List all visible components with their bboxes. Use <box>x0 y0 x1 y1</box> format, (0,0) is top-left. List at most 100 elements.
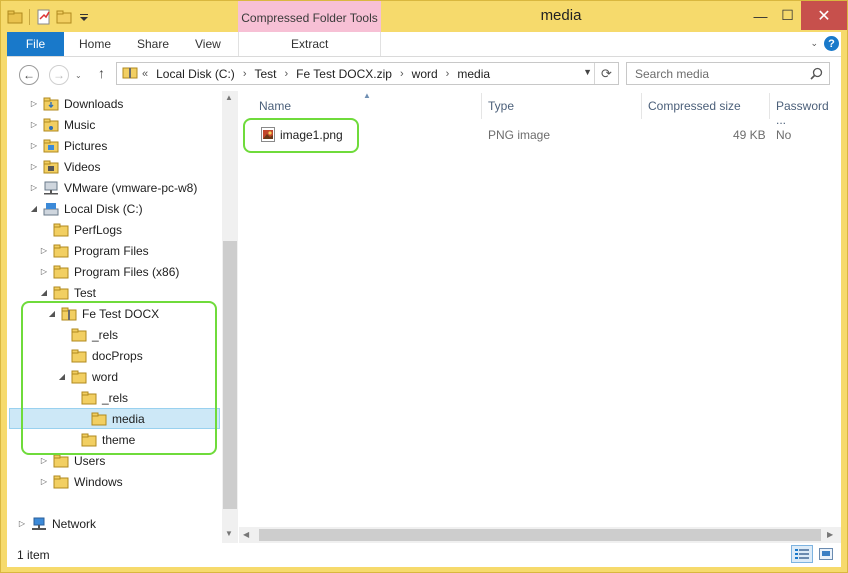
expand-toggle-icon[interactable]: ▷ <box>29 120 39 129</box>
scroll-left-icon[interactable]: ◀ <box>243 530 249 539</box>
close-button[interactable]: ✕ <box>801 1 847 30</box>
sidebar-item-theme[interactable]: theme <box>67 429 135 450</box>
compressed-folder-tools-tab: Compressed Folder Tools <box>238 1 381 32</box>
sidebar-item-label: _rels <box>102 390 129 405</box>
refresh-button[interactable]: ⟳ <box>594 63 618 84</box>
expand-toggle-icon[interactable]: ▷ <box>17 519 27 528</box>
column-divider[interactable] <box>641 93 642 119</box>
tab-home[interactable]: Home <box>79 32 111 56</box>
navigation-pane: ▷ Network ▷ Windows ▷ Users theme media _rels ◢ wo… <box>7 91 238 543</box>
minimize-button[interactable]: — <box>747 1 774 30</box>
chevron-right-icon[interactable]: › <box>446 68 450 80</box>
breadcrumb-test[interactable]: Test <box>254 67 276 81</box>
column-divider[interactable] <box>481 93 482 119</box>
scroll-up-icon[interactable]: ▲ <box>225 93 233 102</box>
recent-locations-chevron-icon[interactable]: ⌄ <box>75 71 82 80</box>
sidebar-item-pictures[interactable]: ▷ Pictures <box>29 135 107 156</box>
sidebar-item-users[interactable]: ▷ Users <box>39 450 105 471</box>
details-view-button[interactable] <box>791 545 813 563</box>
help-icon[interactable]: ? <box>824 36 839 51</box>
expand-toggle-icon[interactable]: ▷ <box>29 141 39 150</box>
expand-toggle-icon[interactable]: ▷ <box>39 267 49 276</box>
column-header-name[interactable]: Name <box>259 99 291 113</box>
file-list: ▲ Name Type Compressed size Password ...… <box>239 91 841 543</box>
back-button[interactable]: ← <box>19 65 39 85</box>
scroll-down-icon[interactable]: ▼ <box>225 529 233 538</box>
window-title: media <box>540 7 582 24</box>
horizontal-scrollbar-thumb[interactable] <box>259 529 821 541</box>
large-icons-view-button[interactable] <box>815 545 837 563</box>
sidebar-item-fe-test-docx[interactable]: ◢ Fe Test DOCX <box>47 303 159 324</box>
sidebar-item-program-files[interactable]: ▷ Program Files <box>39 240 149 261</box>
sidebar-item-word[interactable]: ◢ word <box>57 366 118 387</box>
customize-qat-icon[interactable] <box>76 9 92 25</box>
tab-view[interactable]: View <box>195 32 221 56</box>
breadcrumb-media[interactable]: media <box>457 67 490 81</box>
folder-icon <box>81 433 97 447</box>
tab-share[interactable]: Share <box>137 32 169 56</box>
nav-scrollbar-thumb[interactable] <box>223 241 237 509</box>
address-bar[interactable]: « Local Disk (C:) › Test › Fe Test DOCX.… <box>116 62 619 85</box>
chevron-down-icon[interactable]: ⌄ <box>810 38 818 49</box>
forward-button[interactable]: → <box>49 65 69 85</box>
maximize-button[interactable]: ☐ <box>774 1 801 30</box>
expand-toggle-icon[interactable]: ▷ <box>39 246 49 255</box>
chevron-right-icon[interactable]: › <box>285 68 289 80</box>
sidebar-item-windows[interactable]: ▷ Windows <box>39 471 123 492</box>
downloads-folder-icon <box>43 97 59 111</box>
chevron-right-icon[interactable]: › <box>243 68 247 80</box>
horizontal-scrollbar[interactable]: ◀ ▶ <box>239 527 841 543</box>
folder-app-icon <box>7 9 23 25</box>
address-dropdown-icon[interactable]: ▼ <box>583 67 592 77</box>
sort-ascending-icon: ▲ <box>363 91 371 100</box>
nav-scrollbar[interactable]: ▲ ▼ <box>222 91 238 543</box>
status-bar: 1 item <box>7 543 841 567</box>
sidebar-item-perflogs[interactable]: PerfLogs <box>39 219 122 240</box>
expand-toggle-icon[interactable]: ◢ <box>39 288 49 297</box>
sidebar-item-vmware-vmware-pc-w8[interactable]: ▷ VMware (vmware-pc-w8) <box>29 177 197 198</box>
expand-toggle-icon[interactable]: ▷ <box>29 162 39 171</box>
search-icon[interactable] <box>810 67 823 80</box>
chevron-right-icon[interactable]: › <box>400 68 404 80</box>
sidebar-item-program-files-x86[interactable]: ▷ Program Files (x86) <box>39 261 179 282</box>
sidebar-item-label: Network <box>52 516 97 531</box>
table-row[interactable]: image1.png PNG image 49 KB No <box>239 125 841 145</box>
sidebar-item-test[interactable]: ◢ Test <box>39 282 96 303</box>
breadcrumb-word[interactable]: word <box>412 67 438 81</box>
tab-file[interactable]: File <box>7 32 64 56</box>
view-switcher <box>791 545 837 563</box>
new-folder-icon[interactable] <box>56 9 72 25</box>
scroll-right-icon[interactable]: ▶ <box>827 530 833 539</box>
sidebar-item-label: media <box>112 411 145 426</box>
sidebar-item-rels[interactable]: _rels <box>67 387 128 408</box>
expand-toggle-icon[interactable]: ◢ <box>29 204 39 213</box>
sidebar-item-music[interactable]: ▷ Music <box>29 114 95 135</box>
sidebar-item-rels[interactable]: _rels <box>57 324 118 345</box>
search-box[interactable]: Search media <box>626 62 830 85</box>
tab-extract[interactable]: Extract <box>291 32 328 56</box>
column-header-password[interactable]: Password ... <box>776 99 841 127</box>
properties-icon[interactable] <box>36 9 52 25</box>
sidebar-item-videos[interactable]: ▷ Videos <box>29 156 101 177</box>
column-header-compressed-size[interactable]: Compressed size <box>648 99 741 113</box>
breadcrumb-zip[interactable]: Fe Test DOCX.zip <box>296 67 392 81</box>
expand-toggle-icon[interactable]: ▷ <box>29 183 39 192</box>
expand-toggle-icon[interactable]: ◢ <box>47 309 57 318</box>
sidebar-item-downloads[interactable]: ▷ Downloads <box>29 93 123 114</box>
file-name[interactable]: image1.png <box>280 128 343 142</box>
expand-toggle-icon[interactable]: ▷ <box>39 456 49 465</box>
sidebar-item-local-disk-c[interactable]: ◢ Local Disk (C:) <box>29 198 143 219</box>
breadcrumb-overflow-icon[interactable]: « <box>142 68 148 80</box>
sidebar-item-network[interactable]: ▷ Network <box>17 513 96 534</box>
column-header-type[interactable]: Type <box>488 99 514 113</box>
up-button[interactable]: ↑ <box>98 65 105 81</box>
expand-toggle-icon[interactable]: ◢ <box>57 372 67 381</box>
sidebar-item-docprops[interactable]: docProps <box>57 345 143 366</box>
expand-toggle-icon[interactable]: ▷ <box>29 99 39 108</box>
expand-toggle-icon[interactable]: ▷ <box>39 477 49 486</box>
network-icon <box>31 517 47 531</box>
breadcrumb-local-disk[interactable]: Local Disk (C:) <box>156 67 235 81</box>
sidebar-item-media[interactable]: media <box>9 408 220 429</box>
music-folder-icon <box>43 118 59 132</box>
column-divider[interactable] <box>769 93 770 119</box>
